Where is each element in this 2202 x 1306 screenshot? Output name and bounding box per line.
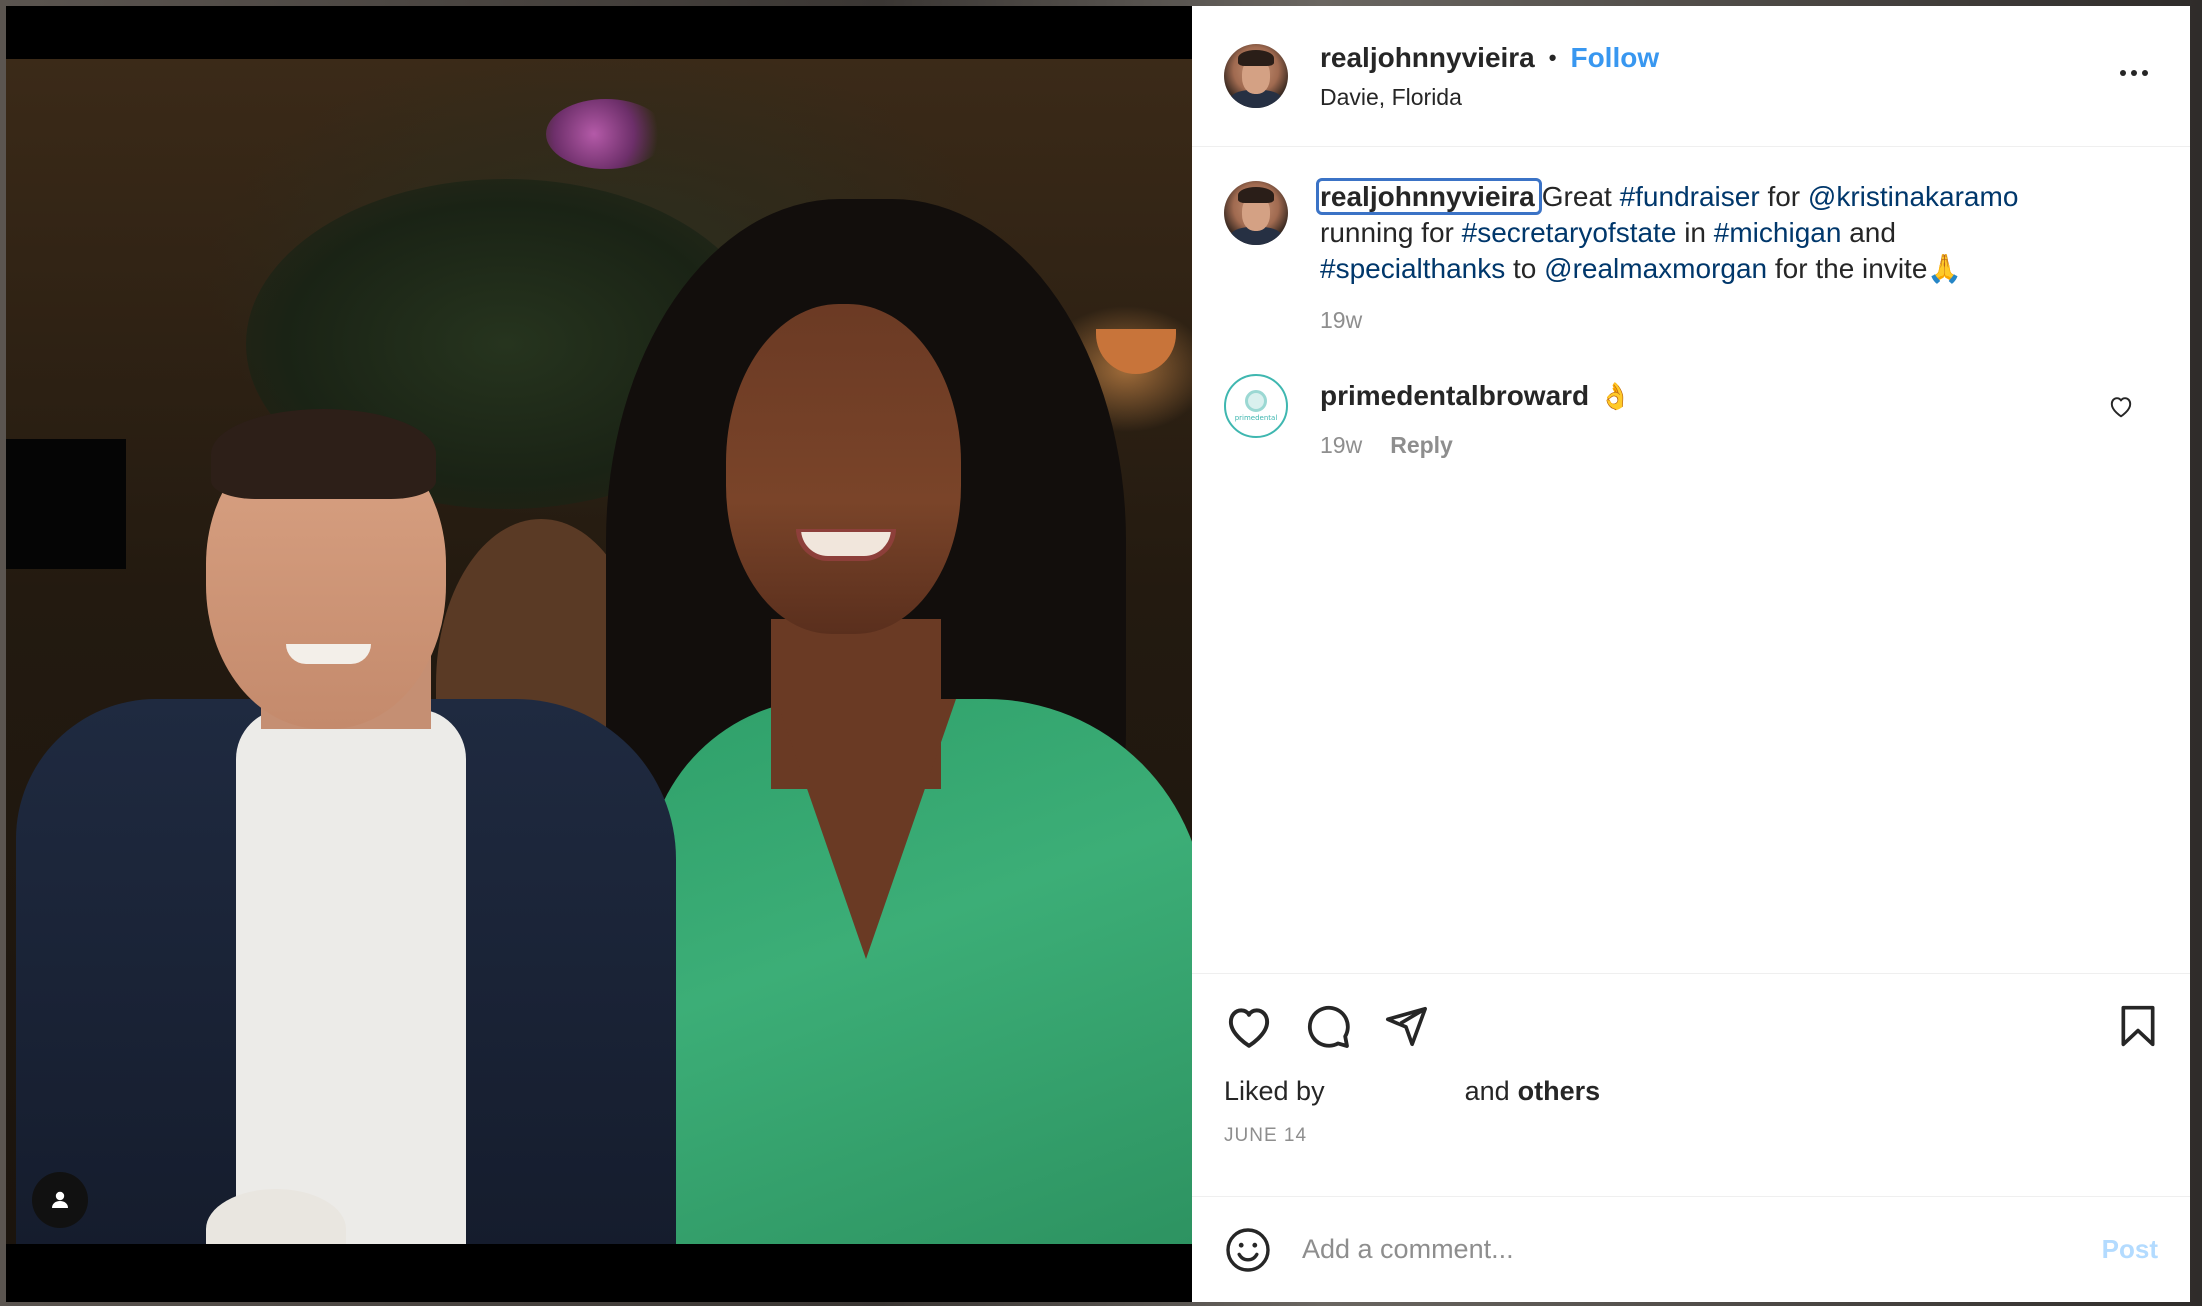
post-modal: realjohnnyvieira • Follow Davie, Florida… bbox=[6, 6, 2190, 1302]
post-comment-button[interactable]: Post bbox=[2102, 1234, 2158, 1265]
caption-text-segment: in bbox=[1676, 217, 1714, 248]
post-media[interactable] bbox=[6, 6, 1192, 1302]
logo-icon bbox=[1245, 390, 1267, 412]
caption-text-segment: Great bbox=[1541, 181, 1620, 212]
photo-woman-face bbox=[726, 304, 961, 634]
share-button[interactable] bbox=[1382, 1003, 1430, 1049]
liked-and-label: and bbox=[1464, 1076, 1510, 1106]
avatar-logo-text: primedental bbox=[1234, 414, 1278, 422]
smiley-icon bbox=[1226, 1227, 1270, 1272]
comment-meta: 19w Reply bbox=[1320, 432, 2158, 459]
action-bar bbox=[1224, 998, 2158, 1054]
comments-section[interactable]: realjohnnyvieira Great #fundraiser for @k… bbox=[1192, 147, 2190, 973]
header-separator: • bbox=[1548, 44, 1557, 70]
caption-text-segment: to bbox=[1505, 253, 1545, 284]
liked-others-link[interactable]: others bbox=[1518, 1076, 1601, 1107]
heart-icon bbox=[1228, 1008, 1270, 1048]
user-tag-icon bbox=[52, 1191, 68, 1208]
caption-username[interactable]: realjohnnyvieira bbox=[1316, 178, 1542, 215]
caption-author-avatar[interactable] bbox=[1224, 181, 1288, 245]
liked-by-user-placeholder[interactable] bbox=[1325, 1076, 1465, 1107]
follow-button[interactable]: Follow bbox=[1570, 42, 1659, 74]
caption-row: realjohnnyvieira Great #fundraiser for @k… bbox=[1224, 178, 2158, 334]
actions-area: Liked by and others JUNE 14 bbox=[1192, 973, 2190, 1196]
hashtag-link[interactable]: #fundraiser bbox=[1620, 181, 1760, 212]
bookmark-icon bbox=[2121, 1005, 2155, 1047]
hashtag-link[interactable]: #michigan bbox=[1714, 217, 1842, 248]
hashtag-link[interactable]: #specialthanks bbox=[1320, 253, 1505, 284]
caption-meta: 19w bbox=[1320, 307, 2158, 334]
comment-age[interactable]: 19w bbox=[1320, 432, 1362, 459]
more-options-button[interactable] bbox=[2114, 64, 2154, 82]
author-avatar[interactable] bbox=[1224, 44, 1288, 108]
likes-summary: Liked by and others bbox=[1224, 1076, 2158, 1107]
mention-link[interactable]: @realmaxmorgan bbox=[1544, 253, 1767, 284]
caption-text-segment: for the invite🙏 bbox=[1767, 253, 1963, 284]
comment-text: 👌 bbox=[1599, 380, 1632, 411]
ellipsis-icon bbox=[2120, 70, 2126, 76]
post-date[interactable]: JUNE 14 bbox=[1224, 1125, 2158, 1147]
heart-icon bbox=[2110, 397, 2132, 418]
photo-lamp bbox=[1096, 329, 1176, 374]
caption-text: realjohnnyvieira Great #fundraiser for @k… bbox=[1316, 178, 2040, 287]
like-button[interactable] bbox=[1224, 1003, 1274, 1049]
photo-man-smile bbox=[286, 644, 371, 664]
photo-flowers bbox=[546, 99, 666, 169]
post-photo bbox=[6, 59, 1192, 1244]
user-tag-button[interactable] bbox=[32, 1172, 88, 1228]
photo-dress-neckline bbox=[776, 699, 956, 959]
commenter-username[interactable]: primedentalbroward bbox=[1320, 380, 1589, 412]
hashtag-link[interactable]: #secretaryofstate bbox=[1462, 217, 1677, 248]
comment-item: primedental primedentalbroward 👌 19w Rep… bbox=[1224, 374, 2158, 459]
caption-text-segment: for bbox=[1759, 181, 1808, 212]
post-location[interactable]: Davie, Florida bbox=[1320, 84, 1659, 111]
mention-link[interactable]: @kristinakaramo bbox=[1808, 181, 2018, 212]
paper-plane-icon bbox=[1385, 1006, 1427, 1047]
comment-bubble-icon bbox=[1307, 1005, 1350, 1048]
caption-age[interactable]: 19w bbox=[1320, 307, 1362, 334]
photo-man-tshirt bbox=[236, 709, 466, 1244]
post-side-panel: realjohnnyvieira • Follow Davie, Florida… bbox=[1192, 6, 2190, 1302]
reply-button[interactable]: Reply bbox=[1390, 432, 1453, 459]
emoji-button[interactable] bbox=[1224, 1226, 1272, 1274]
save-button[interactable] bbox=[2118, 1004, 2158, 1053]
author-username[interactable]: realjohnnyvieira bbox=[1320, 42, 1535, 74]
header-text: realjohnnyvieira • Follow Davie, Florida bbox=[1320, 42, 1659, 111]
comment-form: Post bbox=[1192, 1196, 2190, 1302]
commenter-avatar[interactable]: primedental bbox=[1224, 374, 1288, 438]
caption-text-segment: and bbox=[1841, 217, 1896, 248]
liked-by-label: Liked by bbox=[1224, 1076, 1325, 1106]
caption-text-segment: running for bbox=[1320, 217, 1462, 248]
post-header: realjohnnyvieira • Follow Davie, Florida bbox=[1192, 6, 2190, 147]
photo-man-hair bbox=[211, 409, 436, 499]
comment-button[interactable] bbox=[1304, 1002, 1352, 1050]
photo-dark-panel bbox=[6, 439, 126, 569]
comment-input[interactable] bbox=[1302, 1234, 2102, 1265]
comment-like-button[interactable] bbox=[2108, 394, 2134, 423]
